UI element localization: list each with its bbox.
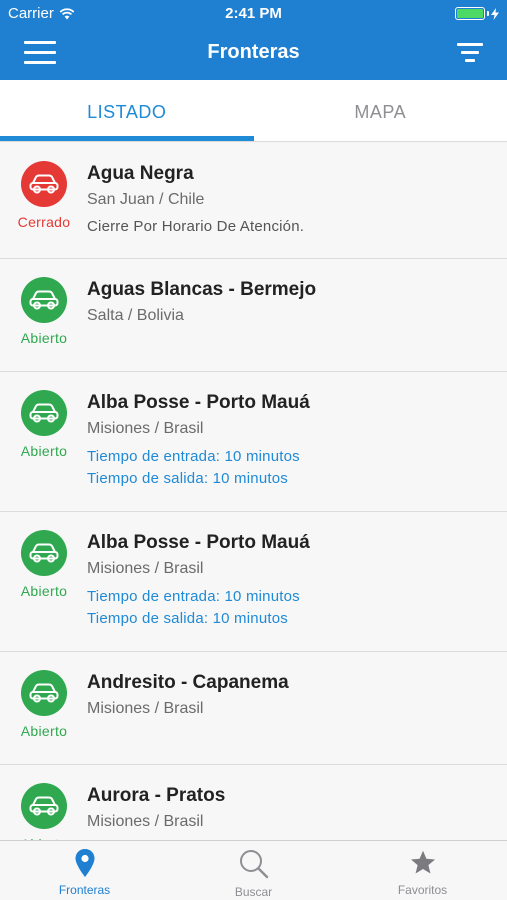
crossing-list-item[interactable]: Abierto Aguas Blancas - Bermejo Salta / Bo… bbox=[0, 259, 507, 372]
bottom-tab-bar: Fronteras Buscar Favoritos bbox=[0, 840, 507, 900]
status-bar: Carrier 2:41 PM bbox=[0, 0, 507, 28]
crossing-location: Misiones / Brasil bbox=[87, 813, 204, 830]
status-label: Abierto bbox=[20, 443, 68, 459]
status-circle bbox=[21, 390, 67, 436]
status-indicator: Abierto bbox=[0, 783, 88, 840]
entry-time: Tiempo de entrada: 10 minutos bbox=[87, 588, 300, 605]
crossing-name: Alba Posse - Porto Mauá bbox=[87, 392, 310, 413]
crossing-name: Aurora - Pratos bbox=[87, 785, 226, 806]
bottom-tab-label: Fronteras bbox=[58, 883, 111, 897]
crossing-location: Misiones / Brasil bbox=[87, 420, 204, 437]
search-icon bbox=[239, 850, 268, 879]
status-circle bbox=[21, 161, 67, 207]
crossing-location: Misiones / Brasil bbox=[87, 700, 204, 717]
crossing-list[interactable]: Cerrado Agua Negra San Juan / Chile Cierre … bbox=[0, 143, 507, 840]
car-icon bbox=[29, 796, 59, 816]
exit-time: Tiempo de salida: 10 minutos bbox=[87, 470, 288, 487]
bottom-tab-label: Buscar bbox=[234, 885, 273, 899]
bottom-tab-fronteras[interactable]: Fronteras bbox=[0, 841, 169, 900]
exit-time: Tiempo de salida: 10 minutos bbox=[87, 610, 288, 627]
crossing-location: Salta / Bolivia bbox=[87, 307, 184, 324]
filter-icon[interactable] bbox=[457, 43, 483, 63]
crossing-detail: Cierre Por Horario De Atención. bbox=[87, 218, 305, 235]
battery-icon bbox=[455, 7, 499, 20]
tab-bar: LISTADO MAPA bbox=[0, 80, 507, 142]
status-indicator: Cerrado bbox=[0, 161, 88, 230]
top-bar: Carrier 2:41 PM Fronteras bbox=[0, 0, 507, 80]
entry-time: Tiempo de entrada: 10 minutos bbox=[87, 448, 300, 465]
bottom-tab-buscar[interactable]: Buscar bbox=[169, 841, 338, 900]
charging-bolt-icon bbox=[491, 7, 499, 20]
status-label: Abierto bbox=[20, 330, 68, 346]
tab-listado[interactable]: LISTADO bbox=[0, 80, 254, 141]
status-indicator: Abierto bbox=[0, 530, 88, 599]
crossing-location: San Juan / Chile bbox=[87, 191, 205, 208]
car-icon bbox=[29, 543, 59, 563]
bottom-tab-label: Favoritos bbox=[397, 883, 448, 897]
car-icon bbox=[29, 290, 59, 310]
crossing-list-item[interactable]: AbiertoAurora - Pratos Misiones / Brasil bbox=[0, 765, 507, 840]
map-pin-icon bbox=[75, 849, 94, 877]
crossing-list-item[interactable]: Abierto Alba Posse - Porto Mauá Misiones /… bbox=[0, 372, 507, 512]
app-screen: Carrier 2:41 PM Fronteras LISTADO MAPA C… bbox=[0, 0, 507, 900]
car-icon bbox=[29, 174, 59, 194]
nav-bar: Fronteras bbox=[0, 28, 507, 80]
crossing-list-item[interactable]: Abierto Andresito - Capanema Misiones / Br… bbox=[0, 652, 507, 765]
crossing-location: Misiones / Brasil bbox=[87, 560, 204, 577]
clock: 2:41 PM bbox=[225, 5, 282, 22]
page-title: Fronteras bbox=[207, 41, 300, 63]
status-circle bbox=[21, 783, 67, 829]
crossing-list-item[interactable]: Abierto Alba Posse - Porto Mauá Misiones /… bbox=[0, 512, 507, 652]
status-circle bbox=[21, 277, 67, 323]
crossing-list-item[interactable]: Cerrado Agua Negra San Juan / Chile Cierre … bbox=[0, 143, 507, 259]
crossing-name: Andresito - Capanema bbox=[87, 672, 289, 693]
status-indicator: Abierto bbox=[0, 277, 88, 346]
tab-mapa[interactable]: MAPA bbox=[254, 80, 507, 141]
crossing-name: Agua Negra bbox=[87, 163, 194, 184]
status-indicator: Abierto bbox=[0, 670, 88, 739]
status-indicator: Abierto bbox=[0, 390, 88, 459]
car-icon bbox=[29, 683, 59, 703]
star-icon bbox=[410, 850, 435, 874]
status-circle bbox=[21, 530, 67, 576]
status-label: Cerrado bbox=[17, 214, 71, 230]
car-icon bbox=[29, 403, 59, 423]
crossing-name: Aguas Blancas - Bermejo bbox=[87, 279, 317, 300]
bottom-tab-favoritos[interactable]: Favoritos bbox=[338, 841, 507, 900]
crossing-name: Alba Posse - Porto Mauá bbox=[87, 532, 310, 553]
status-label: Abierto bbox=[20, 583, 68, 599]
status-label: Abierto bbox=[20, 723, 68, 739]
status-circle bbox=[21, 670, 67, 716]
